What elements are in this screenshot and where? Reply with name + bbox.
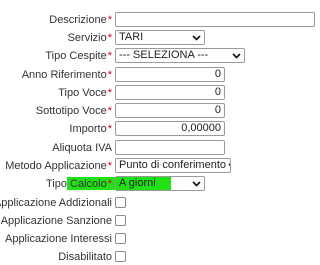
descrizione-input[interactable]	[115, 12, 315, 27]
importo-label: Importo*	[69, 123, 112, 135]
disabilitato-row: Disabilitato	[0, 249, 310, 265]
tipo-calcolo-row: Tipo Calcolo* A giorni	[0, 176, 310, 192]
applicazione-addizionali-row: Applicazione Addizionali	[0, 195, 310, 211]
servizio-row: Servizio* TARI	[0, 30, 310, 46]
descrizione-row: Descrizione*	[0, 12, 315, 28]
anno-riferimento-input[interactable]: 0	[115, 67, 225, 82]
servizio-select[interactable]: TARI	[115, 30, 205, 45]
tipo-calcolo-value: A giorni	[119, 177, 156, 189]
aliquota-iva-row: Aliquota IVA	[0, 140, 310, 156]
sottotipo-voce-input[interactable]: 0	[115, 103, 225, 118]
metodo-applicazione-select[interactable]: Punto di conferimento	[115, 158, 231, 173]
servizio-value: TARI	[119, 31, 144, 43]
applicazione-interessi-row: Applicazione Interessi	[0, 231, 310, 247]
disabilitato-label: Disabilitato	[58, 251, 112, 263]
sottotipo-voce-label: Sottotipo Voce*	[35, 105, 112, 117]
importo-input[interactable]: 0,00000	[115, 121, 225, 136]
applicazione-interessi-checkbox[interactable]	[115, 233, 126, 244]
tipo-voce-input[interactable]: 0	[115, 85, 225, 100]
applicazione-sanzione-row: Applicazione Sanzione	[0, 213, 310, 229]
servizio-label: Servizio*	[67, 32, 112, 44]
tipo-cespite-row: Tipo Cespite* --- SELEZIONA ---	[0, 48, 310, 64]
tipo-cespite-value: --- SELEZIONA ---	[119, 49, 209, 61]
anno-riferimento-label: Anno Riferimento*	[21, 69, 112, 81]
importo-row: Importo* 0,00000	[0, 121, 310, 137]
anno-riferimento-row: Anno Riferimento* 0	[0, 67, 310, 83]
applicazione-interessi-label: Applicazione Interessi	[4, 233, 112, 245]
sottotipo-voce-row: Sottotipo Voce* 0	[0, 103, 310, 119]
tipo-calcolo-select[interactable]: A giorni	[115, 176, 205, 191]
metodo-applicazione-value: Punto di conferimento	[119, 159, 227, 171]
applicazione-sanzione-label: Applicazione Sanzione	[0, 215, 112, 227]
applicazione-addizionali-checkbox[interactable]	[115, 197, 126, 208]
metodo-applicazione-label: Metodo Applicazione*	[5, 160, 112, 172]
aliquota-iva-input[interactable]	[115, 140, 225, 155]
aliquota-iva-label: Aliquota IVA	[52, 142, 112, 154]
tipo-calcolo-label: Tipo Calcolo*	[45, 178, 112, 190]
descrizione-label: Descrizione*	[49, 14, 112, 26]
applicazione-addizionali-label: Applicazione Addizionali	[0, 197, 112, 209]
tipo-voce-row: Tipo Voce* 0	[0, 85, 310, 101]
tipo-cespite-label: Tipo Cespite*	[45, 50, 112, 62]
applicazione-sanzione-checkbox[interactable]	[115, 215, 126, 226]
tipo-voce-label: Tipo Voce*	[58, 87, 112, 99]
metodo-applicazione-row: Metodo Applicazione* Punto di conferimen…	[0, 158, 310, 174]
disabilitato-checkbox[interactable]	[115, 251, 126, 262]
tipo-cespite-select[interactable]: --- SELEZIONA ---	[115, 48, 245, 63]
